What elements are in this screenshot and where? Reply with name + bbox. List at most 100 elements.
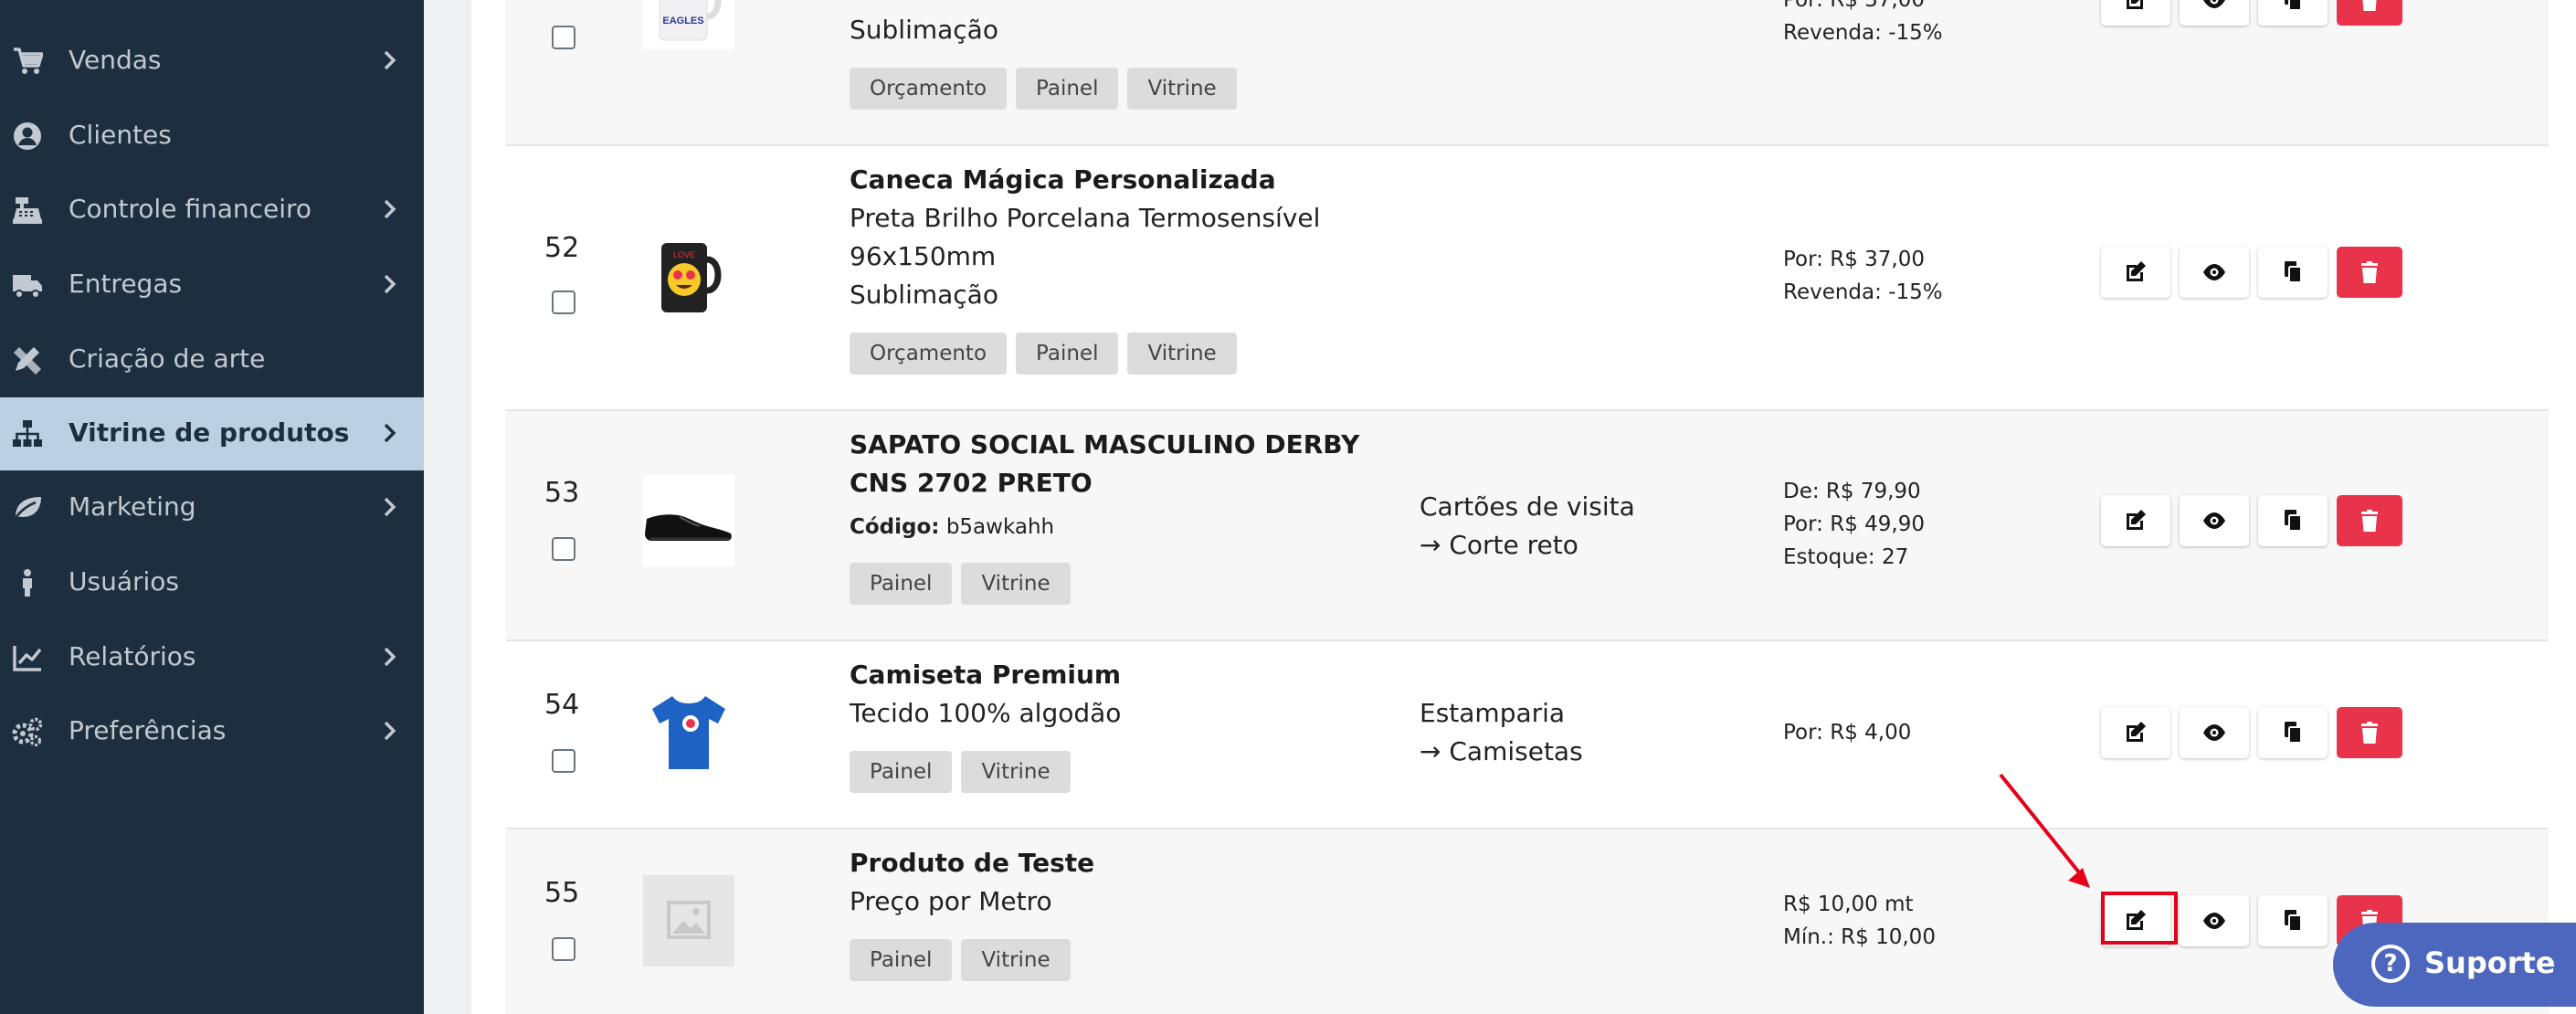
sidebar-item-label: Entregas bbox=[69, 269, 183, 299]
tag: Vitrine bbox=[1127, 68, 1237, 110]
support-label: Suporte bbox=[2424, 945, 2556, 980]
product-tags: Orçamento Painel Vitrine bbox=[850, 68, 1237, 110]
row-checkbox[interactable] bbox=[552, 290, 575, 314]
product-thumbnail: LOVE bbox=[643, 232, 734, 323]
trash-icon bbox=[2361, 722, 2378, 744]
product-tags: Painel Vitrine bbox=[850, 939, 1071, 981]
delete-button[interactable] bbox=[2337, 707, 2402, 758]
chevron-right-icon bbox=[378, 196, 400, 222]
delete-button[interactable] bbox=[2337, 495, 2402, 546]
sidebar-item-vendas[interactable]: Vendas bbox=[0, 25, 424, 98]
price-line: Por: R$ 37,00 bbox=[1783, 248, 1926, 271]
sidebar-item-label: Usuários bbox=[69, 566, 179, 597]
row-checkbox[interactable] bbox=[552, 26, 575, 49]
sidebar-item-label: Preferências bbox=[69, 715, 227, 745]
truck-icon bbox=[11, 270, 44, 300]
product-tags: Orçamento Painel Vitrine bbox=[850, 333, 1237, 375]
sidebar-item-usuarios[interactable]: Usuários bbox=[0, 546, 424, 619]
sidebar-item-label: Marketing bbox=[69, 491, 196, 522]
tag: Painel bbox=[1016, 333, 1119, 375]
row-checkbox[interactable] bbox=[552, 749, 575, 773]
price-line: Mín.: R$ 10,00 bbox=[1783, 925, 1936, 949]
sidebar-item-preferencias[interactable]: Preferências bbox=[0, 695, 424, 768]
duplicate-button[interactable] bbox=[2258, 707, 2328, 758]
product-category: Estamparia → Camisetas bbox=[1420, 694, 1583, 771]
code-value: b5awkahh bbox=[945, 515, 1055, 539]
edit-icon bbox=[2127, 722, 2146, 742]
delete-button[interactable] bbox=[2337, 247, 2402, 298]
edit-button[interactable] bbox=[2101, 495, 2170, 546]
tag: Vitrine bbox=[961, 751, 1071, 793]
product-detail: Sublimação bbox=[850, 280, 998, 310]
edit-button[interactable] bbox=[2101, 0, 2170, 26]
duplicate-button[interactable] bbox=[2258, 247, 2328, 298]
duplicate-button[interactable] bbox=[2258, 895, 2328, 946]
view-button[interactable] bbox=[2180, 247, 2249, 298]
product-id: 54 bbox=[544, 689, 580, 721]
edit-button[interactable] bbox=[2101, 707, 2170, 758]
price-line: Por: R$ 49,90 bbox=[1783, 512, 1926, 536]
sidebar-item-label: Criação de arte bbox=[69, 343, 266, 374]
view-button[interactable] bbox=[2180, 495, 2249, 546]
sidebar-item-controle-financeiro[interactable]: Controle financeiro bbox=[0, 174, 424, 247]
sidebar-item-label: Relatórios bbox=[69, 641, 196, 671]
product-id: 52 bbox=[544, 232, 580, 264]
delete-button[interactable] bbox=[2337, 0, 2402, 26]
product-detail: Sublimação bbox=[850, 15, 998, 45]
product-id: 53 bbox=[544, 477, 580, 509]
sidebar-item-vitrine-de-produtos[interactable]: Vitrine de produtos bbox=[0, 397, 424, 470]
chevron-right-icon bbox=[378, 494, 400, 520]
tag: Painel bbox=[850, 563, 953, 605]
product-title: Produto de Teste bbox=[850, 848, 1095, 878]
copy-icon bbox=[2285, 910, 2302, 932]
sidebar: Vendas Clientes Controle financeiro Entr… bbox=[0, 0, 424, 1014]
sidebar-item-marketing[interactable]: Marketing bbox=[0, 471, 424, 544]
cart-icon bbox=[11, 47, 44, 76]
price-line: Por: R$ 37,00 bbox=[1783, 0, 1926, 12]
trash-icon bbox=[2361, 261, 2378, 283]
category-line: → Corte reto bbox=[1420, 530, 1578, 560]
duplicate-button[interactable] bbox=[2258, 0, 2328, 26]
product-title: CNS 2702 PRETO bbox=[850, 468, 1093, 498]
product-detail: Preta Brilho Porcelana Termosensível bbox=[850, 203, 1321, 233]
eye-icon bbox=[2203, 264, 2225, 280]
product-code: Código: b5awkahh bbox=[850, 515, 1054, 539]
price-line: De: R$ 79,90 bbox=[1783, 480, 1921, 503]
tag: Painel bbox=[1016, 68, 1119, 110]
product-tags: Painel Vitrine bbox=[850, 751, 1071, 793]
view-button[interactable] bbox=[2180, 895, 2249, 946]
sidebar-item-entregas[interactable]: Entregas bbox=[0, 248, 424, 322]
table-row: EAGLES Sublimação Orçamento Painel Vitri… bbox=[506, 0, 2549, 146]
category-line: → Camisetas bbox=[1420, 736, 1583, 766]
sitemap-icon bbox=[11, 419, 44, 449]
sidebar-item-label: Vendas bbox=[69, 45, 162, 75]
sidebar-item-relatorios[interactable]: Relatórios bbox=[0, 621, 424, 694]
edit-button[interactable] bbox=[2101, 247, 2170, 298]
svg-text:EAGLES: EAGLES bbox=[662, 16, 703, 26]
product-thumbnail: EAGLES bbox=[643, 0, 734, 49]
cash-register-icon bbox=[11, 195, 44, 225]
sidebar-item-clientes[interactable]: Clientes bbox=[0, 100, 424, 173]
trash-icon bbox=[2361, 510, 2378, 532]
product-category: Cartões de visita → Corte reto bbox=[1420, 488, 1635, 565]
svg-text:LOVE: LOVE bbox=[673, 250, 695, 259]
eye-icon bbox=[2203, 913, 2225, 929]
table-row: 55 Produto de Teste Preço por Metro Pain… bbox=[506, 829, 2549, 1014]
price-line: R$ 10,00 mt bbox=[1783, 893, 1914, 916]
tag: Vitrine bbox=[961, 939, 1071, 981]
support-button[interactable]: ? Suporte bbox=[2333, 923, 2576, 1007]
sidebar-item-criacao-de-arte[interactable]: Criação de arte bbox=[0, 323, 424, 396]
view-button[interactable] bbox=[2180, 0, 2249, 26]
row-checkbox[interactable] bbox=[552, 937, 575, 961]
view-button[interactable] bbox=[2180, 707, 2249, 758]
chevron-right-icon bbox=[378, 420, 400, 446]
product-thumbnail bbox=[643, 687, 734, 778]
copy-icon bbox=[2285, 0, 2302, 11]
leaf-icon bbox=[11, 493, 44, 523]
edit-icon bbox=[2127, 510, 2146, 530]
chevron-right-icon bbox=[378, 718, 400, 744]
table-row: 54 Camiseta Premium Tecido 100% algodão … bbox=[506, 641, 2549, 829]
row-checkbox[interactable] bbox=[552, 537, 575, 561]
duplicate-button[interactable] bbox=[2258, 495, 2328, 546]
person-icon bbox=[11, 568, 44, 597]
